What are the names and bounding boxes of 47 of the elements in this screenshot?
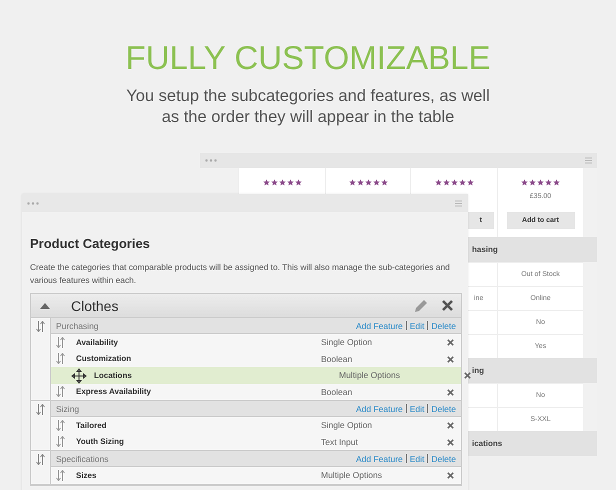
close-icon[interactable] [464,372,471,379]
feature-type: Multiple Options [321,470,382,480]
sort-arrows-icon[interactable] [36,321,45,332]
dots-icon [205,159,217,162]
feature-name: Tailored [76,420,107,430]
feature-type: Boolean [321,386,352,397]
subcategory-name: Purchasing [56,320,99,330]
section-label: hasing [472,245,498,254]
description-text: Create the categories that comparable products will be assigned to. This will also manage the sub-categories and various features within each. [30,261,451,287]
pencil-icon[interactable] [414,298,428,312]
subcategory-name: Sizing [56,404,80,414]
feature-name: Customization [76,354,132,364]
sort-arrows-icon[interactable] [56,353,65,364]
close-icon[interactable] [447,356,454,362]
sort-arrows-icon[interactable] [56,386,65,398]
section-label: ications [472,439,502,448]
subcategory-name: Specifications [56,454,108,464]
sort-arrows-icon[interactable] [36,404,45,415]
feature-name: Locations [94,370,132,380]
close-icon[interactable] [442,300,453,311]
close-icon[interactable] [447,388,454,396]
feature-type: Text Input [321,436,358,447]
feature-type: Multiple Options [339,370,400,380]
sort-arrows-icon[interactable] [56,420,65,431]
category-name: Clothes [71,298,118,314]
dots-icon [27,202,39,204]
section-title: Product Categories [30,235,151,253]
close-icon[interactable] [447,438,454,446]
feature-type: Boolean [321,354,352,364]
feature-type: Single Option [321,420,372,430]
headline: FULLY CUSTOMIZABLE [124,38,492,77]
feature-name: Sizes [76,470,96,480]
feature-name: Availability [76,338,118,347]
move-cursor-icon [71,368,87,384]
close-icon[interactable] [447,472,454,479]
sort-arrows-icon[interactable] [56,436,65,448]
sort-arrows-icon[interactable] [56,470,65,481]
feature-name: Youth Sizing [76,437,124,446]
close-icon[interactable] [447,339,454,346]
caret-icon[interactable] [40,302,50,308]
subheading: You setup the subcategories and features, as well as the order they will appear in the table [125,86,491,128]
feature-name: Express Availability [76,387,151,396]
sort-arrows-icon[interactable] [56,336,65,348]
sort-arrows-icon[interactable] [36,454,45,465]
close-icon[interactable] [447,422,454,429]
section-label: ing [472,366,484,375]
feature-type: Single Option [321,337,372,348]
